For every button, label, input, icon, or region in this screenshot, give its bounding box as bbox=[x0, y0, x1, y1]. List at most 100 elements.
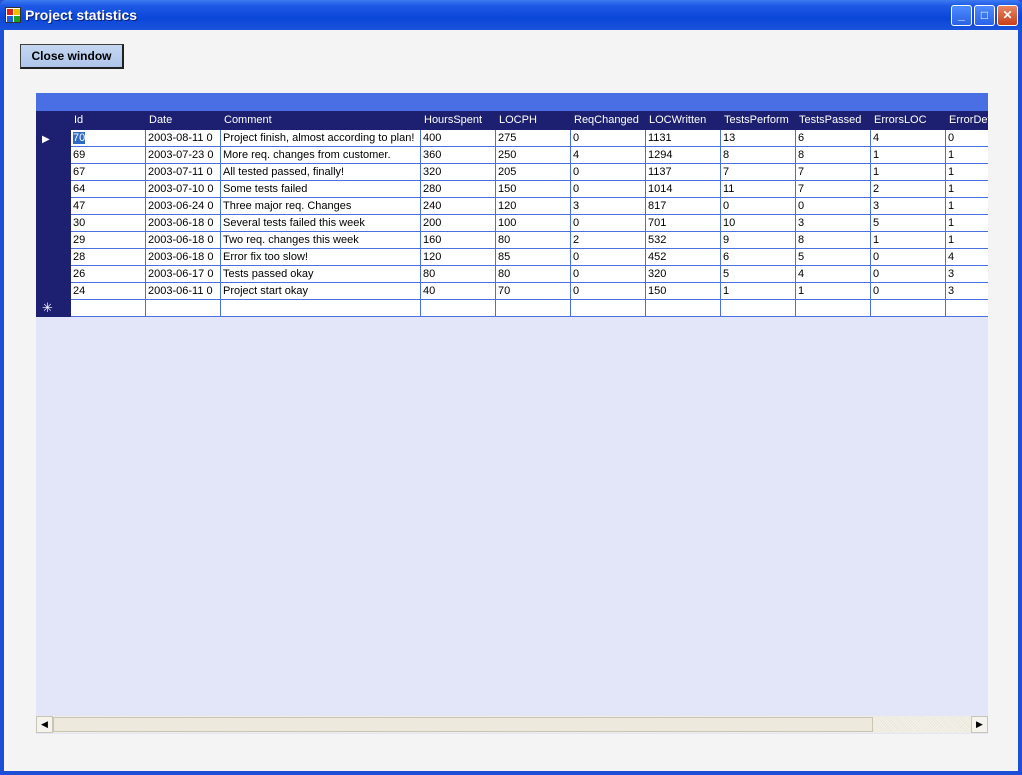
table-cell[interactable]: Several tests failed this week bbox=[221, 215, 421, 232]
table-cell[interactable]: 0 bbox=[571, 164, 646, 181]
table-cell[interactable] bbox=[946, 300, 988, 317]
scroll-thumb[interactable] bbox=[53, 717, 873, 732]
table-cell[interactable]: 24 bbox=[71, 283, 146, 300]
table-cell[interactable]: 9 bbox=[721, 232, 796, 249]
table-cell[interactable]: 1294 bbox=[646, 147, 721, 164]
table-cell[interactable]: 30 bbox=[71, 215, 146, 232]
table-cell[interactable]: 80 bbox=[421, 266, 496, 283]
table-cell[interactable]: 6 bbox=[796, 130, 871, 147]
table-cell[interactable]: 8 bbox=[796, 232, 871, 249]
table-cell[interactable]: 160 bbox=[421, 232, 496, 249]
table-cell[interactable]: 4 bbox=[796, 266, 871, 283]
table-row[interactable]: 69 2003-07-23 0 More req. changes from cus… bbox=[71, 147, 988, 164]
table-cell[interactable]: 13 bbox=[721, 130, 796, 147]
table-cell[interactable]: 275 bbox=[496, 130, 571, 147]
table-cell[interactable] bbox=[571, 300, 646, 317]
column-header[interactable]: ErrorDef bbox=[946, 111, 988, 130]
table-row[interactable]: 29 2003-06-18 0 Two req. changes this week… bbox=[71, 232, 988, 249]
table-cell[interactable]: 817 bbox=[646, 198, 721, 215]
column-header[interactable]: Comment bbox=[221, 111, 421, 130]
table-cell[interactable]: 1 bbox=[871, 232, 946, 249]
table-cell[interactable]: 1 bbox=[946, 198, 988, 215]
table-cell[interactable]: 532 bbox=[646, 232, 721, 249]
table-cell[interactable]: 69 bbox=[71, 147, 146, 164]
table-cell[interactable]: 3 bbox=[946, 283, 988, 300]
table-cell[interactable]: 1 bbox=[871, 147, 946, 164]
table-cell[interactable]: 26 bbox=[71, 266, 146, 283]
table-cell[interactable] bbox=[221, 300, 421, 317]
table-cell[interactable]: 3 bbox=[796, 215, 871, 232]
table-cell[interactable]: 2003-06-18 0 bbox=[146, 249, 221, 266]
table-row[interactable]: 30 2003-06-18 0 Several tests failed this … bbox=[71, 215, 988, 232]
table-cell[interactable]: 452 bbox=[646, 249, 721, 266]
table-cell[interactable]: 240 bbox=[421, 198, 496, 215]
column-header[interactable]: Id bbox=[71, 111, 146, 130]
column-header[interactable]: LOCPH bbox=[496, 111, 571, 130]
table-cell[interactable]: 1 bbox=[946, 232, 988, 249]
table-cell[interactable]: More req. changes from customer. bbox=[221, 147, 421, 164]
table-cell[interactable]: 100 bbox=[496, 215, 571, 232]
table-cell[interactable]: 120 bbox=[496, 198, 571, 215]
table-cell[interactable]: 1 bbox=[946, 164, 988, 181]
table-cell[interactable]: 2003-07-10 0 bbox=[146, 181, 221, 198]
title-bar[interactable]: Project statistics _ □ ✕ bbox=[0, 0, 1022, 30]
table-cell[interactable]: 0 bbox=[571, 130, 646, 147]
table-cell[interactable]: 2 bbox=[871, 181, 946, 198]
table-cell[interactable]: 2003-07-23 0 bbox=[146, 147, 221, 164]
table-cell[interactable]: 7 bbox=[796, 181, 871, 198]
table-cell[interactable]: 1 bbox=[796, 283, 871, 300]
table-cell[interactable]: 3 bbox=[871, 198, 946, 215]
table-cell[interactable]: 7 bbox=[796, 164, 871, 181]
table-cell[interactable]: 5 bbox=[721, 266, 796, 283]
table-cell[interactable]: All tested passed, finally! bbox=[221, 164, 421, 181]
table-cell[interactable]: 0 bbox=[571, 266, 646, 283]
table-cell[interactable]: 400 bbox=[421, 130, 496, 147]
app-icon[interactable] bbox=[5, 7, 21, 23]
table-row[interactable]: 64 2003-07-10 0 Some tests failed 280 150 0 10… bbox=[71, 181, 988, 198]
table-cell[interactable]: 8 bbox=[796, 147, 871, 164]
maximize-button[interactable]: □ bbox=[974, 5, 995, 26]
table-cell[interactable]: Project start okay bbox=[221, 283, 421, 300]
table-cell[interactable]: 5 bbox=[871, 215, 946, 232]
table-cell[interactable]: 360 bbox=[421, 147, 496, 164]
table-cell[interactable]: Error fix too slow! bbox=[221, 249, 421, 266]
table-cell[interactable]: 1 bbox=[946, 181, 988, 198]
table-cell[interactable]: 4 bbox=[946, 249, 988, 266]
table-cell[interactable]: 4 bbox=[871, 130, 946, 147]
table-cell[interactable]: 0 bbox=[871, 249, 946, 266]
table-cell[interactable]: 0 bbox=[871, 266, 946, 283]
table-cell[interactable]: 70 bbox=[496, 283, 571, 300]
table-cell[interactable]: 67 bbox=[71, 164, 146, 181]
table-cell[interactable]: 3 bbox=[571, 198, 646, 215]
table-row[interactable]: 47 2003-06-24 0 Three major req. Changes 24… bbox=[71, 198, 988, 215]
table-cell[interactable] bbox=[146, 300, 221, 317]
table-cell[interactable] bbox=[496, 300, 571, 317]
table-cell[interactable] bbox=[421, 300, 496, 317]
column-header[interactable]: Date bbox=[146, 111, 221, 130]
table-cell[interactable]: 80 bbox=[496, 232, 571, 249]
table-cell[interactable]: 11 bbox=[721, 181, 796, 198]
table-cell[interactable]: 2003-07-11 0 bbox=[146, 164, 221, 181]
table-cell[interactable]: Project finish, almost according to plan… bbox=[221, 130, 421, 147]
table-cell[interactable]: 280 bbox=[421, 181, 496, 198]
table-cell[interactable]: 2003-06-17 0 bbox=[146, 266, 221, 283]
table-cell[interactable] bbox=[646, 300, 721, 317]
table-cell[interactable]: 85 bbox=[496, 249, 571, 266]
column-header[interactable]: ErrorsLOC bbox=[871, 111, 946, 130]
table-cell[interactable]: 40 bbox=[421, 283, 496, 300]
table-cell[interactable]: 150 bbox=[496, 181, 571, 198]
table-cell[interactable]: 10 bbox=[721, 215, 796, 232]
table-cell[interactable]: 1 bbox=[946, 147, 988, 164]
table-cell[interactable]: 2003-06-24 0 bbox=[146, 198, 221, 215]
table-cell[interactable]: 1 bbox=[946, 215, 988, 232]
table-row[interactable]: 67 2003-07-11 0 All tested passed, finally… bbox=[71, 164, 988, 181]
table-cell[interactable]: 4 bbox=[571, 147, 646, 164]
table-row[interactable]: 26 2003-06-17 0 Tests passed okay 80 80 0 320 5… bbox=[71, 266, 988, 283]
minimize-button[interactable]: _ bbox=[951, 5, 972, 26]
table-row[interactable]: 28 2003-06-18 0 Error fix too slow! 120 85 0 4… bbox=[71, 249, 988, 266]
table-cell[interactable]: Some tests failed bbox=[221, 181, 421, 198]
table-cell[interactable]: 1 bbox=[721, 283, 796, 300]
table-cell[interactable]: Two req. changes this week bbox=[221, 232, 421, 249]
scroll-left-button[interactable]: ◀ bbox=[36, 716, 53, 733]
table-row[interactable]: 70 2003-08-11 0 Project finish, almost acc… bbox=[71, 130, 988, 147]
